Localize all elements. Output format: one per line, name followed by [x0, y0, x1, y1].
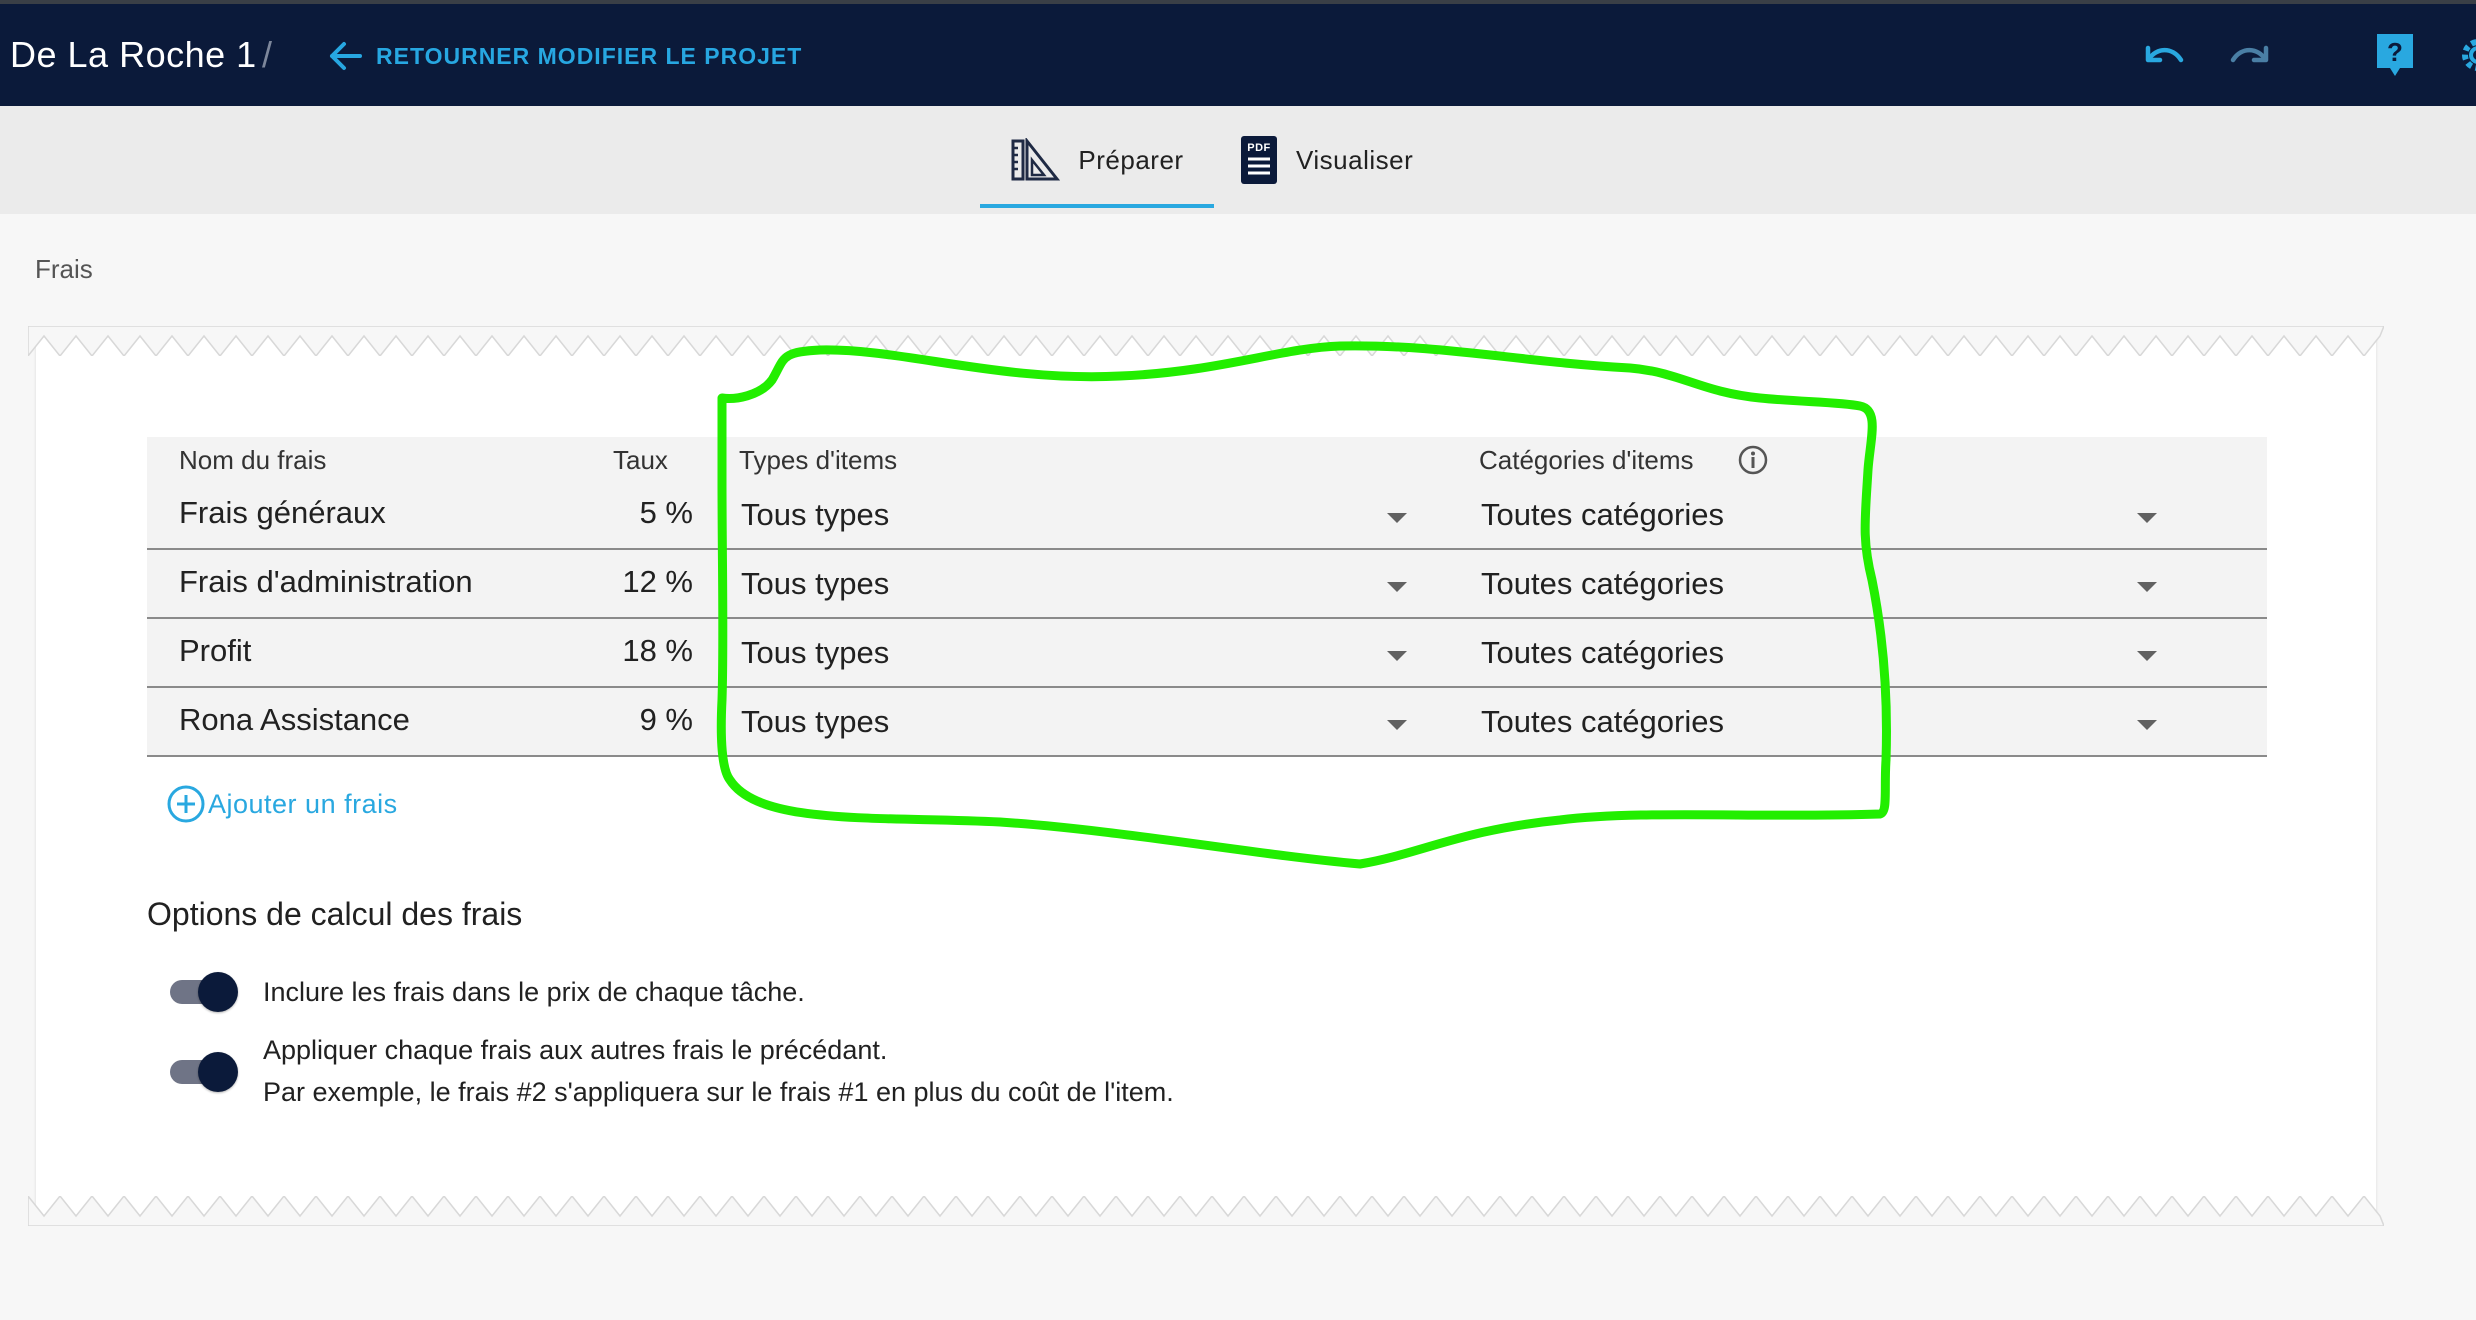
compound-fees-label: Appliquer chaque frais aux autres frais … — [263, 1035, 888, 1065]
column-header-categories: Catégories d'items — [1479, 445, 1694, 475]
svg-text:?: ? — [2387, 37, 2403, 67]
item-categories-select[interactable]: Toutes catégories — [1477, 629, 2157, 677]
card-torn-edge-top — [28, 326, 2384, 356]
item-types-value: Tous types — [741, 497, 890, 532]
tab-prepare[interactable]: Préparer — [980, 106, 1214, 214]
ruler-triangle-icon — [1011, 138, 1061, 181]
redo-icon — [2230, 45, 2269, 63]
column-header-types: Types d'items — [739, 445, 898, 475]
dropdown-arrow-icon — [1387, 720, 1407, 730]
card-torn-edge-bottom — [28, 1196, 2384, 1226]
include-fees-toggle[interactable] — [170, 970, 240, 1012]
fee-name: Rona Assistance — [179, 702, 410, 737]
item-categories-select[interactable]: Toutes catégories — [1477, 698, 2157, 746]
column-header-name: Nom du frais — [179, 445, 327, 475]
compound-fees-text: Appliquer chaque frais aux autres frais … — [263, 1029, 1174, 1113]
active-tab-indicator — [980, 204, 1214, 208]
fee-rate: 12 % — [622, 564, 693, 599]
arrow-left-icon — [330, 42, 362, 70]
item-categories-value: Toutes catégories — [1481, 566, 1724, 601]
undo-button[interactable] — [2140, 34, 2188, 74]
item-types-value: Tous types — [741, 566, 890, 601]
gear-icon — [2462, 39, 2476, 71]
dropdown-arrow-icon — [2137, 582, 2157, 592]
fee-rate: 9 % — [639, 702, 693, 737]
dropdown-arrow-icon — [2137, 513, 2157, 523]
mode-tab-bar: Préparer PDF Visualiser — [0, 106, 2476, 214]
item-types-value: Tous types — [741, 635, 890, 670]
info-icon[interactable] — [1737, 444, 1769, 476]
item-types-value: Tous types — [741, 704, 890, 739]
table-row: Profit 18 % Tous types Toutes catégories — [147, 619, 2267, 688]
top-app-bar: De La Roche 1 / RETOURNER MODIFIER LE PR… — [0, 0, 2476, 106]
add-fee-button[interactable]: Ajouter un frais — [166, 784, 398, 824]
dropdown-arrow-icon — [1387, 513, 1407, 523]
tab-visualize[interactable]: PDF Visualiser — [1240, 106, 1440, 214]
undo-icon — [2145, 45, 2184, 63]
fee-rate: 18 % — [622, 633, 693, 668]
calc-options-title: Options de calcul des frais — [147, 896, 523, 932]
item-types-select[interactable]: Tous types — [737, 491, 1407, 539]
tab-prepare-label: Préparer — [1078, 144, 1184, 175]
dropdown-arrow-icon — [1387, 651, 1407, 661]
item-types-select[interactable]: Tous types — [737, 629, 1407, 677]
dropdown-arrow-icon — [2137, 651, 2157, 661]
help-icon: ? — [2377, 34, 2413, 76]
column-header-rate: Taux — [613, 445, 668, 475]
table-row: Rona Assistance 9 % Tous types Toutes ca… — [147, 688, 2267, 757]
table-row: Frais d'administration 12 % Tous types T… — [147, 550, 2267, 619]
fee-name: Profit — [179, 633, 252, 668]
tab-visualize-label: Visualiser — [1296, 144, 1414, 175]
add-fee-label: Ajouter un frais — [208, 788, 398, 819]
dropdown-arrow-icon — [1387, 582, 1407, 592]
table-row: Frais généraux 5 % Tous types Toutes cat… — [147, 481, 2267, 550]
fee-name: Frais d'administration — [179, 564, 473, 599]
fee-name: Frais généraux — [179, 495, 386, 530]
breadcrumb-separator: / — [262, 34, 273, 75]
toggle-thumb — [198, 1052, 238, 1092]
table-header: Nom du frais Taux Types d'items Catégori… — [147, 437, 2267, 481]
fee-rate: 5 % — [639, 495, 693, 530]
item-categories-value: Toutes catégories — [1481, 497, 1724, 532]
section-title: Frais — [35, 254, 93, 284]
item-types-select[interactable]: Tous types — [737, 560, 1407, 608]
back-to-edit-project-link[interactable]: RETOURNER MODIFIER LE PROJET — [328, 36, 802, 76]
settings-button[interactable] — [2456, 32, 2476, 78]
help-button[interactable]: ? — [2374, 31, 2416, 79]
item-categories-select[interactable]: Toutes catégories — [1477, 491, 2157, 539]
dropdown-arrow-icon — [2137, 720, 2157, 730]
item-categories-value: Toutes catégories — [1481, 704, 1724, 739]
toggle-thumb — [198, 972, 238, 1012]
item-categories-value: Toutes catégories — [1481, 635, 1724, 670]
include-fees-label: Inclure les frais dans le prix de chaque… — [263, 977, 805, 1007]
project-title: De La Roche 1 — [10, 34, 257, 75]
compound-fees-toggle[interactable] — [170, 1050, 240, 1092]
window-edge — [0, 0, 2476, 4]
add-circle-icon — [167, 785, 205, 823]
back-link-label: RETOURNER MODIFIER LE PROJET — [376, 42, 803, 69]
item-types-select[interactable]: Tous types — [737, 698, 1407, 746]
compound-fees-hint: Par exemple, le frais #2 s'appliquera su… — [263, 1077, 1174, 1107]
redo-button[interactable] — [2226, 34, 2274, 74]
pdf-icon-text: PDF — [1247, 142, 1271, 154]
item-categories-select[interactable]: Toutes catégories — [1477, 560, 2157, 608]
pdf-document-icon: PDF — [1241, 136, 1277, 184]
